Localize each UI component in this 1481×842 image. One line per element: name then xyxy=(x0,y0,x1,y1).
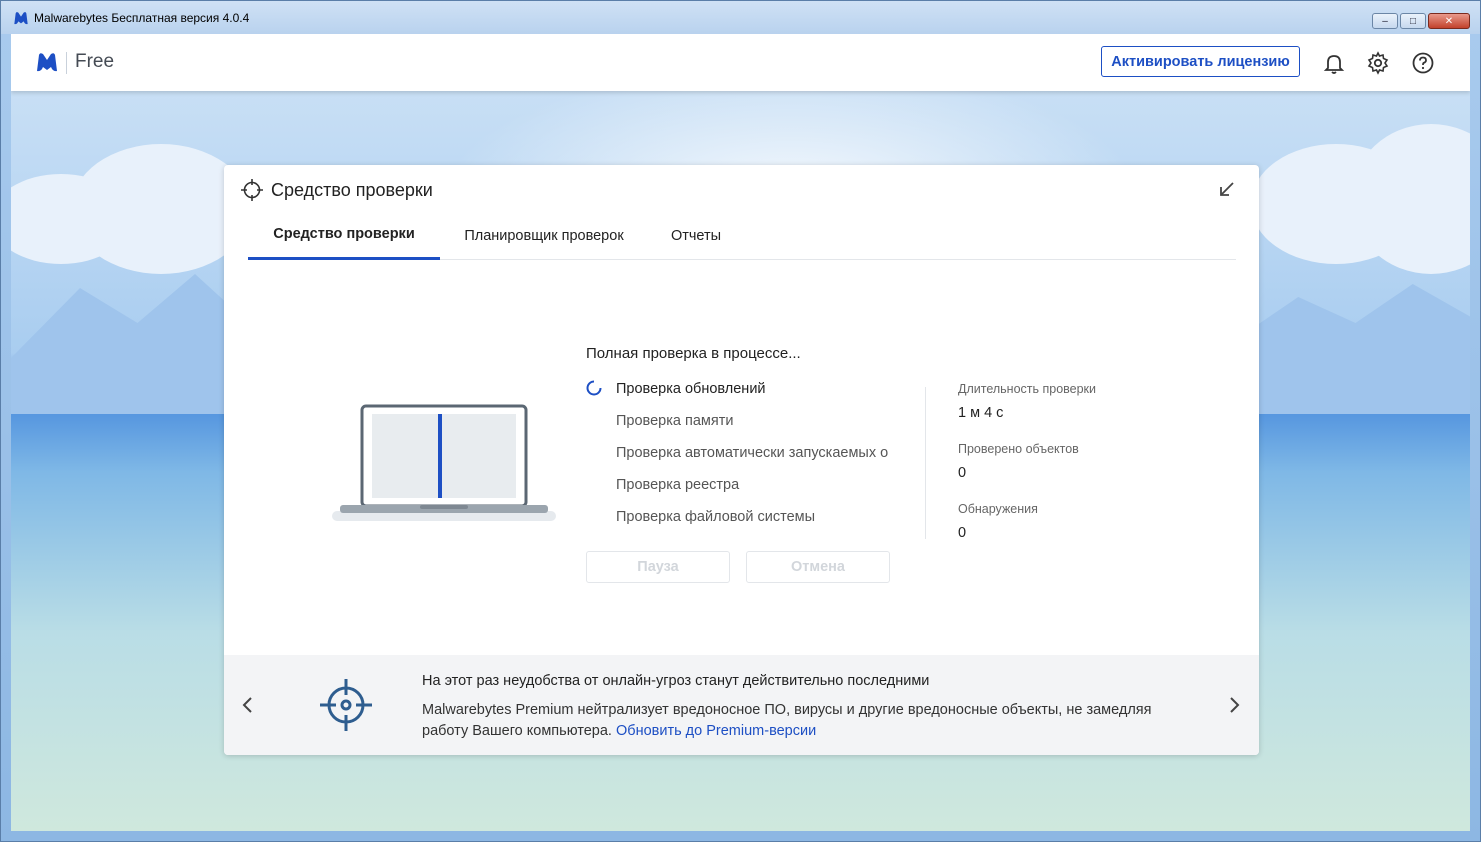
minimize-button[interactable]: – xyxy=(1372,13,1398,29)
app-header: Free Активировать лицензию xyxy=(11,34,1470,91)
close-button[interactable]: ✕ xyxy=(1428,13,1470,29)
crosshair-icon xyxy=(241,179,263,201)
stats-divider xyxy=(925,387,926,539)
title-bar[interactable]: Malwarebytes Бесплатная версия 4.0.4 – □… xyxy=(1,1,1480,34)
promo-headline: На этот раз неудобства от онлайн-угроз с… xyxy=(422,673,930,689)
app-window: Malwarebytes Бесплатная версия 4.0.4 – □… xyxy=(0,0,1481,842)
detections-label: Обнаружения xyxy=(958,502,1038,516)
scanned-objects-value: 0 xyxy=(958,465,967,481)
pause-button[interactable]: Пауза xyxy=(586,551,730,583)
malwarebytes-logo-icon xyxy=(14,11,28,24)
tab-scanner[interactable]: Средство проверки xyxy=(248,211,440,260)
window-controls: – □ ✕ xyxy=(1372,13,1470,29)
edition-label: Free xyxy=(75,51,115,72)
scan-step: Проверка обновлений xyxy=(616,381,766,397)
tab-scheduler[interactable]: Планировщик проверок xyxy=(451,211,637,260)
help-icon[interactable] xyxy=(1411,51,1435,75)
duration-label: Длительность проверки xyxy=(958,382,1097,396)
laptop-illustration xyxy=(332,404,556,521)
background-mountain xyxy=(1241,284,1470,414)
tab-bar: Средство проверки Планировщик проверок О… xyxy=(248,211,1236,260)
promo-banner: На этот раз неудобства от онлайн-угроз с… xyxy=(224,655,1259,755)
upgrade-premium-link[interactable]: Обновить до Premium-версии xyxy=(616,723,816,739)
bell-icon[interactable] xyxy=(1322,51,1346,75)
scanner-card: Средство проверки Средство проверки План… xyxy=(224,165,1259,755)
scan-step: Проверка памяти xyxy=(616,413,734,429)
activate-license-button[interactable]: Активировать лицензию xyxy=(1101,46,1300,77)
promo-body: Malwarebytes Premium нейтрализует вредон… xyxy=(422,700,1192,742)
logo-divider xyxy=(66,52,67,74)
chevron-right-icon[interactable] xyxy=(1226,695,1242,715)
detections-value: 0 xyxy=(958,525,967,541)
crosshair-target-icon xyxy=(320,679,372,731)
app-content: Free Активировать лицензию Средство пров… xyxy=(11,34,1470,831)
chevron-left-icon[interactable] xyxy=(240,695,256,715)
scan-step: Проверка автоматически запускаемых о xyxy=(616,445,889,461)
scan-step: Проверка файловой системы xyxy=(616,509,816,525)
window-title: Malwarebytes Бесплатная версия 4.0.4 xyxy=(34,10,250,25)
gear-icon[interactable] xyxy=(1366,51,1390,75)
spinner-icon xyxy=(586,380,602,396)
duration-value: 1 м 4 с xyxy=(958,405,1004,421)
scan-step: Проверка реестра xyxy=(616,477,740,493)
collapse-arrow-icon[interactable] xyxy=(1217,179,1237,199)
card-title: Средство проверки xyxy=(271,180,433,200)
maximize-button[interactable]: □ xyxy=(1400,13,1426,29)
background-mountain xyxy=(11,274,241,414)
scanned-objects-label: Проверено объектов xyxy=(958,442,1079,456)
scan-status: Полная проверка в процессе... xyxy=(586,345,801,362)
tab-reports[interactable]: Отчеты xyxy=(668,211,724,260)
cancel-button[interactable]: Отмена xyxy=(746,551,890,583)
malwarebytes-logo-icon xyxy=(37,53,57,72)
